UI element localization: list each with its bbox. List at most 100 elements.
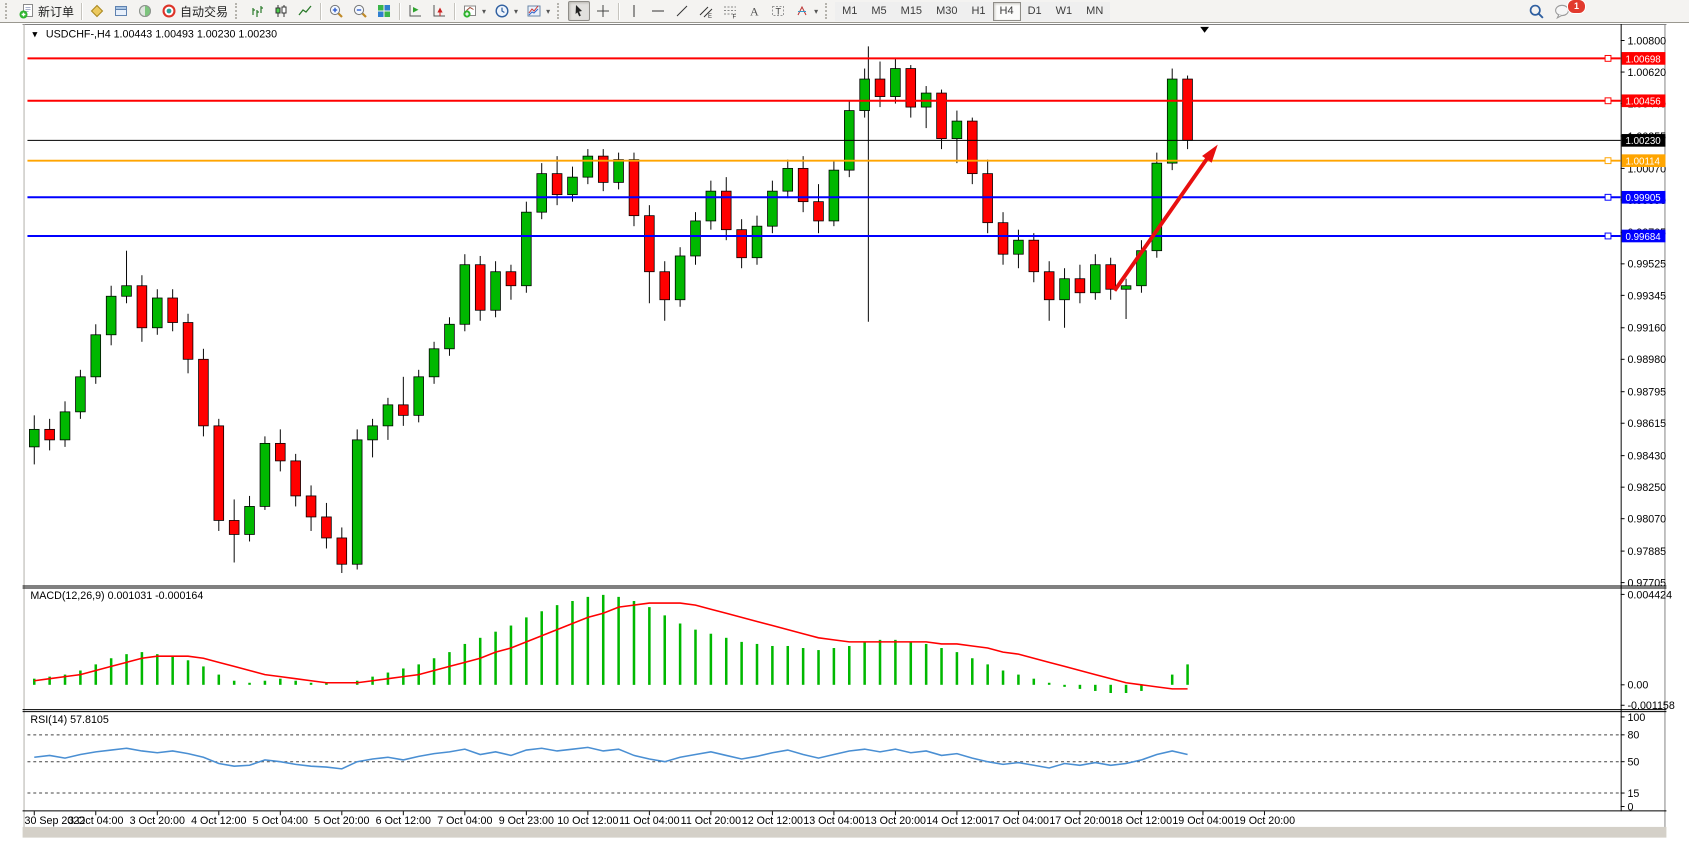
search-button[interactable]	[1525, 1, 1548, 21]
crosshair-button[interactable]	[592, 1, 614, 21]
line-handle[interactable]	[1605, 158, 1611, 164]
templates-button[interactable]: ▾	[523, 1, 553, 21]
candle-body	[414, 377, 424, 416]
candle	[844, 100, 854, 177]
toolbar-separator	[320, 3, 321, 20]
market-watch-button[interactable]	[110, 1, 132, 21]
candlestick-chart-button[interactable]	[270, 1, 292, 21]
line-handle[interactable]	[1605, 194, 1611, 200]
timeframe-button-d1[interactable]: D1	[1021, 2, 1049, 21]
new-order-icon	[19, 3, 35, 19]
chart-symbol-dropdown-icon[interactable]: ▼	[32, 31, 38, 39]
time-tick-label: 4 Oct 12:00	[191, 815, 246, 827]
auto-scroll-button[interactable]	[404, 1, 426, 21]
timeframe-button-w1[interactable]: W1	[1049, 2, 1080, 21]
macd-tick-label: 0.00	[1627, 680, 1648, 692]
candle-body	[1121, 286, 1131, 290]
autotrade-icon	[161, 3, 177, 19]
navigator-button[interactable]	[134, 1, 156, 21]
text-button[interactable]: A	[743, 1, 765, 21]
rsi-tick-label: 15	[1627, 788, 1639, 800]
zoom-out-button[interactable]	[349, 1, 371, 21]
candle-body	[1075, 279, 1085, 293]
horizontal-line-button[interactable]	[647, 1, 669, 21]
candle	[352, 429, 362, 569]
price-tick-label: 0.97885	[1627, 546, 1666, 558]
new-order-button[interactable]: 新订单	[16, 1, 77, 21]
candlestick-icon	[273, 3, 289, 19]
price-tag-label: 0.99905	[1626, 193, 1661, 204]
line-handle[interactable]	[1605, 98, 1611, 104]
price-tag-label: 1.00456	[1626, 97, 1661, 108]
price-tick-label: 0.98250	[1627, 482, 1666, 494]
fibonacci-icon: F	[722, 3, 738, 19]
shapes-icon	[794, 3, 810, 19]
autotrade-button[interactable]: 自动交易	[158, 1, 231, 21]
indicators-button[interactable]: ▾	[459, 1, 489, 21]
fibonacci-button[interactable]: F	[719, 1, 741, 21]
text-label-button[interactable]: T	[767, 1, 789, 21]
candle-body	[60, 412, 70, 440]
chart-shift-button[interactable]	[428, 1, 450, 21]
periods-button[interactable]: ▾	[491, 1, 521, 21]
candle-body	[122, 286, 132, 297]
trendline-button[interactable]	[671, 1, 693, 21]
timeframe-button-h1[interactable]: H1	[964, 2, 992, 21]
timeframe-button-m30[interactable]: M30	[929, 2, 964, 21]
cursor-button[interactable]	[568, 1, 590, 21]
chat-button[interactable]: 1	[1550, 1, 1596, 21]
chart-canvas[interactable]: ▼ USDCHF-,H4 1.00443 1.00493 1.00230 1.0…	[0, 23, 1689, 860]
candle-body	[1183, 79, 1193, 140]
bar-chart-button[interactable]	[246, 1, 268, 21]
time-tick-label: 13 Oct 04:00	[803, 815, 864, 827]
price-tag-label: 0.99684	[1626, 232, 1662, 243]
time-tick-label: 7 Oct 04:00	[437, 815, 492, 827]
candle-body	[337, 538, 347, 564]
channel-button[interactable]: E	[695, 1, 717, 21]
candle-body	[214, 426, 224, 521]
zoom-in-button[interactable]	[325, 1, 347, 21]
bar-chart-icon	[249, 3, 265, 19]
timeframe-button-m5[interactable]: M5	[864, 2, 893, 21]
candle-body	[352, 440, 362, 564]
candle	[1152, 153, 1162, 258]
candle-body	[475, 265, 485, 311]
candle-body	[1044, 272, 1054, 300]
timeframe-button-mn[interactable]: MN	[1079, 2, 1110, 21]
time-tick-label: 6 Oct 12:00	[376, 815, 431, 827]
price-tick-label: 0.98615	[1627, 418, 1666, 430]
candle-body	[29, 429, 39, 447]
tile-windows-button[interactable]	[373, 1, 395, 21]
vertical-line-icon	[626, 3, 642, 19]
timeframe-button-h4[interactable]: H4	[993, 2, 1021, 21]
time-tick-label: 5 Oct 20:00	[314, 815, 369, 827]
macd-tick-label: -0.001158	[1627, 700, 1674, 712]
candle-body	[521, 212, 531, 286]
shapes-button[interactable]: ▾	[791, 1, 821, 21]
candle	[260, 436, 270, 510]
time-tick-label: 11 Oct 20:00	[681, 815, 741, 827]
timeframe-button-m1[interactable]: M1	[835, 2, 864, 21]
toolbar-grip[interactable]	[557, 3, 564, 19]
candle	[214, 419, 224, 531]
candle-body	[967, 121, 977, 174]
rsi-tick-label: 0	[1627, 801, 1633, 813]
candle-body	[398, 405, 408, 416]
line-chart-button[interactable]	[294, 1, 316, 21]
cursor-icon	[571, 3, 587, 19]
vertical-line-button[interactable]	[623, 1, 645, 21]
candle-body	[891, 69, 901, 97]
line-handle[interactable]	[1605, 233, 1611, 239]
chart-shift-icon	[431, 3, 447, 19]
candle-body	[91, 335, 101, 377]
zoom-out-icon	[352, 3, 368, 19]
toolbar-grip[interactable]	[235, 3, 242, 19]
toolbar-grip[interactable]	[825, 3, 832, 19]
toolbar-grip[interactable]	[5, 3, 12, 19]
charts-button[interactable]	[86, 1, 108, 21]
candle-body	[1060, 279, 1070, 300]
price-tick-label: 0.98430	[1627, 451, 1666, 463]
candle-body	[1090, 265, 1100, 293]
timeframe-button-m15[interactable]: M15	[894, 2, 929, 21]
line-handle[interactable]	[1605, 55, 1611, 61]
